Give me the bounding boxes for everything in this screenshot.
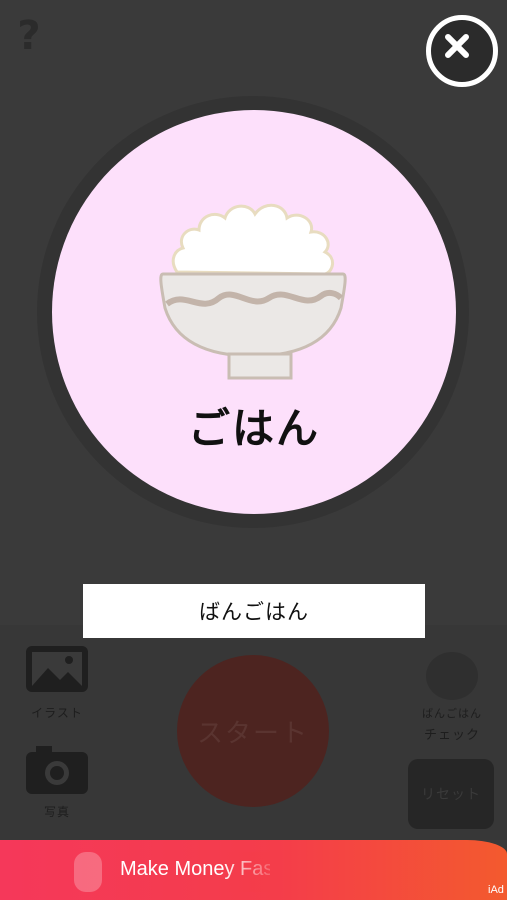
ad-text-fade: [222, 852, 282, 892]
illustration-button[interactable]: [22, 640, 92, 698]
close-icon: [445, 34, 469, 58]
picture-icon: [26, 646, 88, 692]
finger-icon: [74, 852, 102, 892]
photo-label: 写真: [43, 805, 70, 819]
photo-button[interactable]: [22, 740, 92, 798]
rice-bowl-illustration: [159, 203, 347, 380]
card-word: ごはん: [187, 404, 320, 453]
iad-label: iAd: [488, 884, 504, 896]
check-button[interactable]: チェック: [402, 724, 502, 743]
check-thumbnail[interactable]: [426, 652, 478, 700]
reset-button[interactable]: リセット: [408, 759, 494, 829]
start-label: スタート: [196, 718, 309, 749]
help-button[interactable]: ?: [12, 14, 46, 58]
answer-box: ばんごはん: [83, 584, 425, 638]
reset-label: リセット: [421, 787, 481, 803]
camera-icon: [26, 746, 88, 794]
illustration-label: イラスト: [31, 706, 83, 720]
close-button[interactable]: [426, 15, 498, 87]
check-sub-label: ばんごはん: [422, 707, 482, 720]
start-button[interactable]: スタート: [177, 655, 329, 807]
answer-text: ばんごはん: [199, 600, 309, 624]
